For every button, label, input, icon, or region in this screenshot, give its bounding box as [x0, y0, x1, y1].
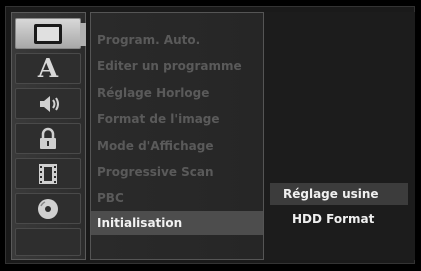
padlock-icon [36, 127, 60, 151]
menu-item-editer-programme[interactable]: Editer un programme [97, 57, 242, 75]
category-sidebar: A [11, 12, 86, 260]
menu-item-program-auto[interactable]: Program. Auto. [97, 31, 200, 49]
category-tab-empty [15, 228, 81, 256]
submenu-item-hdd-format[interactable]: HDD Format [292, 208, 374, 230]
submenu-panel: Réglage usine HDD Format [264, 12, 415, 260]
menu-item-initialisation[interactable]: Initialisation [91, 211, 263, 235]
language-letter-icon: A [37, 53, 59, 84]
tv-screen-icon [33, 23, 63, 45]
menu-item-mode-affichage[interactable]: Mode d'Affichage [97, 137, 214, 155]
speaker-audio-icon [34, 93, 62, 115]
submenu-item-reglage-usine[interactable]: Réglage usine [270, 183, 408, 205]
category-tab-language[interactable]: A [15, 53, 81, 84]
disc-icon [36, 197, 60, 221]
menu-item-reglage-horloge[interactable]: Réglage Horloge [97, 84, 209, 102]
film-strip-icon [36, 162, 60, 186]
category-tab-lock[interactable] [15, 123, 81, 154]
category-tab-audio[interactable] [15, 88, 81, 119]
menu-item-format-image[interactable]: Format de l'image [97, 110, 220, 128]
category-tab-display[interactable] [15, 18, 86, 49]
category-tab-disc[interactable] [15, 193, 81, 224]
category-tab-recording[interactable] [15, 158, 81, 189]
menu-item-pbc[interactable]: PBC [97, 189, 124, 207]
settings-menu: Program. Auto. Editer un programme Régla… [90, 12, 264, 260]
menu-item-progressive-scan[interactable]: Progressive Scan [97, 163, 214, 181]
